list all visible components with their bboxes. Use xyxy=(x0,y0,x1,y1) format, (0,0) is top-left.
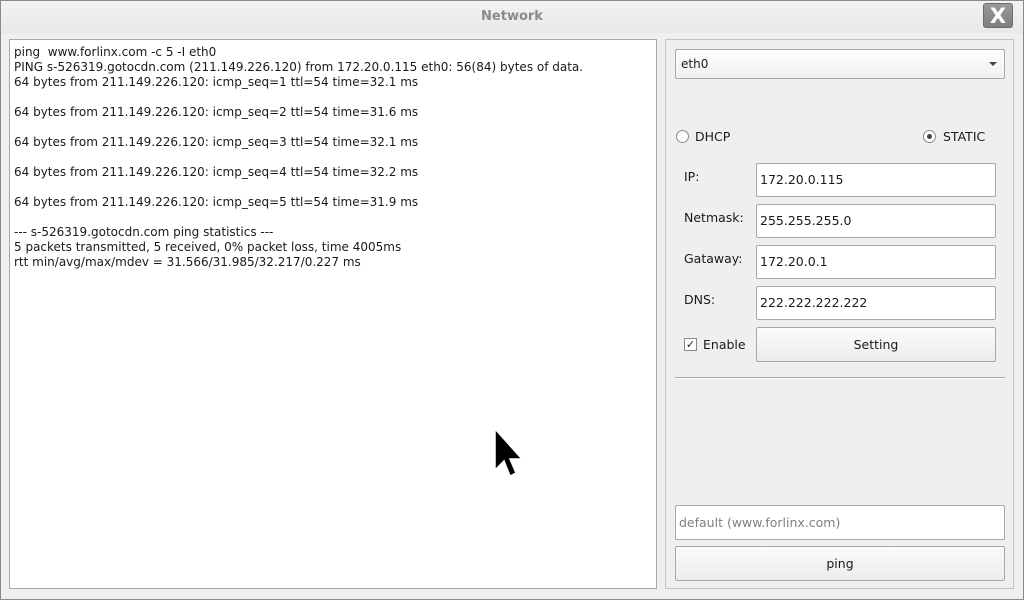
output-line: rtt min/avg/max/mdev = 31.566/31.985/32.… xyxy=(14,255,361,269)
output-line: 64 bytes from 211.149.226.120: icmp_seq=… xyxy=(14,195,419,209)
static-label[interactable]: STATIC xyxy=(943,129,985,144)
dns-label: DNS: xyxy=(684,292,716,307)
ping-button[interactable]: ping xyxy=(675,546,1005,581)
enable-label[interactable]: Enable xyxy=(703,337,746,352)
dhcp-label[interactable]: DHCP xyxy=(695,129,730,144)
dns-field[interactable]: 222.222.222.222 xyxy=(756,286,996,320)
mouse-cursor-icon xyxy=(494,428,524,478)
enable-checkbox[interactable]: ✓ xyxy=(684,338,697,351)
window-title: Network xyxy=(481,9,543,24)
ip-field[interactable]: 172.20.0.115 xyxy=(756,163,996,197)
netmask-label: Netmask: xyxy=(684,210,744,225)
static-radio[interactable] xyxy=(923,130,936,143)
netmask-field[interactable]: 255.255.255.0 xyxy=(756,204,996,238)
output-line: ping www.forlinx.com -c 5 -I eth0 xyxy=(14,45,217,59)
interface-select[interactable]: eth0 xyxy=(675,49,1005,79)
output-line: --- s-526319.gotocdn.com ping statistics… xyxy=(14,225,274,239)
output-line: 5 packets transmitted, 5 received, 0% pa… xyxy=(14,240,402,254)
ping-output-area[interactable]: ping www.forlinx.com -c 5 -I eth0 PING s-… xyxy=(9,39,657,589)
output-line: 64 bytes from 211.149.226.120: icmp_seq=… xyxy=(14,165,419,179)
gateway-label: Gataway: xyxy=(684,251,743,266)
output-line: 64 bytes from 211.149.226.120: icmp_seq=… xyxy=(14,105,419,119)
gateway-field[interactable]: 172.20.0.1 xyxy=(756,245,996,279)
dhcp-radio[interactable] xyxy=(676,130,689,143)
panel-divider xyxy=(675,377,1005,379)
ip-label: IP: xyxy=(684,169,700,184)
output-line: 64 bytes from 211.149.226.120: icmp_seq=… xyxy=(14,135,419,149)
chevron-down-icon xyxy=(989,62,997,66)
setting-button[interactable]: Setting xyxy=(756,327,996,362)
ping-host-input[interactable] xyxy=(675,505,1005,540)
title-bar[interactable]: Network xyxy=(1,1,1023,33)
close-button[interactable]: X xyxy=(983,3,1013,28)
output-line: 64 bytes from 211.149.226.120: icmp_seq=… xyxy=(14,75,419,89)
output-line: PING s-526319.gotocdn.com (211.149.226.1… xyxy=(14,60,584,74)
interface-select-value: eth0 xyxy=(681,57,709,71)
